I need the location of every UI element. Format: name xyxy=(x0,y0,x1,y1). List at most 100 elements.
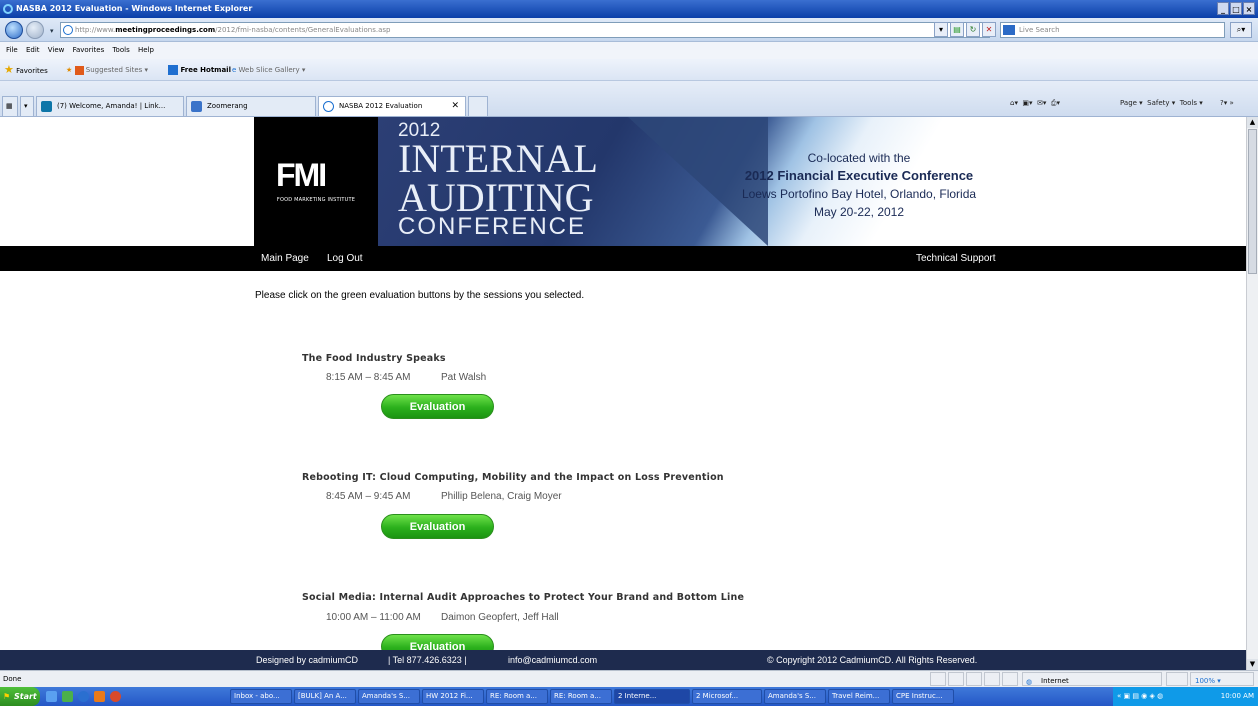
instructions-text: Please click on the green evaluation but… xyxy=(255,290,585,301)
scroll-down-icon[interactable]: ▼ xyxy=(1247,659,1258,670)
taskbar-item[interactable]: 2 Microsof... xyxy=(692,689,762,704)
taskbar-item[interactable]: Inbox - abo... xyxy=(230,689,292,704)
vertical-scrollbar[interactable]: ▲ ▼ xyxy=(1246,117,1258,670)
suggested-sites-link[interactable]: ★ Suggested Sites ▾ xyxy=(66,59,148,81)
quicklaunch-ie-icon[interactable] xyxy=(46,691,57,702)
help-icon[interactable]: ?▾ » xyxy=(1220,99,1234,107)
safety-menu[interactable]: Safety ▾ xyxy=(1147,99,1175,107)
url-path: /2012/fmi-nasba/contents/GeneralEvaluati… xyxy=(215,26,391,34)
zoom-control[interactable]: 100% ▾ xyxy=(1190,672,1254,686)
minimize-button[interactable]: _ xyxy=(1217,2,1229,15)
status-segment xyxy=(948,672,964,686)
technical-support-link[interactable]: Technical Support xyxy=(916,246,996,271)
quicklaunch-desktop-icon[interactable] xyxy=(62,691,73,702)
home-icon[interactable]: ⌂▾ xyxy=(1010,99,1018,107)
page-menu[interactable]: Page ▾ xyxy=(1120,99,1143,107)
clock: 10:00 AM xyxy=(1220,692,1254,700)
tools-menu[interactable]: Tools ▾ xyxy=(1180,99,1203,107)
footer-email-link[interactable]: info@cadmiumcd.com xyxy=(508,650,597,670)
taskbar-item-active[interactable]: 2 Interne... xyxy=(614,689,690,704)
scroll-up-icon[interactable]: ▲ xyxy=(1247,117,1258,128)
suggested-sites-icon xyxy=(74,65,84,75)
taskbar-item[interactable]: [BULK] An A... xyxy=(294,689,356,704)
log-out-link[interactable]: Log Out xyxy=(327,246,363,271)
taskbar-item[interactable]: CPE Instruc... xyxy=(892,689,954,704)
quicklaunch-browser-icon[interactable] xyxy=(78,691,89,702)
main-page-link[interactable]: Main Page xyxy=(261,246,309,271)
session-title: The Food Industry Speaks xyxy=(302,353,446,364)
taskbar-item[interactable]: Amanda's S... xyxy=(358,689,420,704)
protected-mode-icon[interactable] xyxy=(1166,672,1188,686)
window-controls: _ □ × xyxy=(1217,2,1255,15)
history-dropdown-icon[interactable]: ▾ xyxy=(50,27,54,35)
quicklaunch-chrome-icon[interactable] xyxy=(110,691,121,702)
print-icon[interactable]: ⎙▾ xyxy=(1051,99,1060,107)
search-input[interactable]: Live Search xyxy=(1000,22,1225,38)
window-title: NASBA 2012 Evaluation - Windows Internet… xyxy=(16,4,253,13)
close-button[interactable]: × xyxy=(1243,2,1255,15)
security-zone[interactable]: ◍ Internet xyxy=(1022,672,1162,686)
session-title: Social Media: Internal Audit Approaches … xyxy=(302,592,745,603)
favorites-bar: ★ Favorites ★ Suggested Sites ▾ Free Hot… xyxy=(0,59,1258,81)
tab-linkedin[interactable]: (7) Welcome, Amanda! | Link... xyxy=(36,96,184,116)
start-button[interactable]: ⚑ Start xyxy=(0,687,40,706)
fmi-org-name: FOOD MARKETING INSTITUTE xyxy=(276,197,356,203)
conference-title-line1: INTERNAL xyxy=(398,136,598,181)
session-time: 8:15 AM – 8:45 AM xyxy=(326,372,411,383)
refresh-icon[interactable]: ↻ xyxy=(966,22,980,37)
taskbar-item[interactable]: Travel Reim... xyxy=(828,689,890,704)
session-speaker: Daimon Geopfert, Jeff Hall xyxy=(441,612,559,623)
favorites-button[interactable]: ★ Favorites xyxy=(4,59,48,82)
taskbar-item[interactable]: Amanda's S... xyxy=(764,689,826,704)
command-icons: ⌂▾ ▣▾ ✉▾ ⎙▾ xyxy=(1010,99,1060,108)
evaluation-button[interactable]: Evaluation xyxy=(381,514,494,539)
url-input[interactable]: http://www.meetingproceedings.com/2012/f… xyxy=(60,22,990,38)
live-search-icon xyxy=(1003,25,1015,35)
quick-tabs-icon[interactable]: ▦ xyxy=(2,96,18,116)
menu-tools[interactable]: Tools xyxy=(112,42,129,59)
footer-copyright: © Copyright 2012 CadmiumCD. All Rights R… xyxy=(767,655,978,665)
status-segment xyxy=(966,672,982,686)
web-slice-gallery-link[interactable]: e Web Slice Gallery ▾ xyxy=(232,59,305,81)
menu-edit[interactable]: Edit xyxy=(26,42,40,59)
evaluation-button[interactable]: Evaluation xyxy=(381,394,494,419)
mail-icon[interactable]: ✉▾ xyxy=(1037,99,1046,107)
stop-icon[interactable]: ✕ xyxy=(982,22,996,37)
menu-help[interactable]: Help xyxy=(138,42,154,59)
tab-nasba[interactable]: NASBA 2012 Evaluation ✕ xyxy=(318,96,466,116)
compatibility-icon[interactable]: ▤ xyxy=(950,22,964,37)
tray-icons[interactable]: « ▣ ▤ ◉ ◈ ◍ xyxy=(1117,692,1163,700)
window-title-bar: NASBA 2012 Evaluation - Windows Internet… xyxy=(0,0,1258,18)
session-time: 10:00 AM – 11:00 AM xyxy=(326,612,421,623)
conference-title-line2: AUDITING xyxy=(398,175,594,220)
coloc-line1: Co-located with the xyxy=(807,151,911,165)
tab-list-icon[interactable]: ▾ xyxy=(20,96,34,116)
feeds-icon[interactable]: ▣▾ xyxy=(1022,99,1032,107)
menu-view[interactable]: View xyxy=(48,42,65,59)
tab-zoomerang[interactable]: Zoomerang xyxy=(186,96,316,116)
maximize-button[interactable]: □ xyxy=(1230,2,1242,15)
site-footer: Designed by cadmiumCD | Tel 877.426.6323… xyxy=(0,650,1246,670)
close-tab-icon[interactable]: ✕ xyxy=(451,97,459,116)
hotmail-icon xyxy=(168,65,178,75)
url-dropdown-icon[interactable]: ▾ xyxy=(934,22,948,37)
forward-button[interactable] xyxy=(26,21,44,39)
taskbar-item[interactable]: HW 2012 Fi... xyxy=(422,689,484,704)
taskbar-item[interactable]: RE: Room a... xyxy=(550,689,612,704)
session-time: 8:45 AM – 9:45 AM xyxy=(326,491,411,502)
coloc-line4: May 20-22, 2012 xyxy=(813,205,905,219)
menu-favorites[interactable]: Favorites xyxy=(73,42,105,59)
new-tab-button[interactable] xyxy=(468,96,488,116)
free-hotmail-link[interactable]: Free Hotmail xyxy=(168,59,231,81)
footer-designer: Designed by cadmiumCD xyxy=(256,655,359,665)
site-icon xyxy=(63,25,73,35)
taskbar-item[interactable]: RE: Room a... xyxy=(486,689,548,704)
add-favorite-icon: ★ xyxy=(66,66,73,74)
menu-file[interactable]: File xyxy=(6,42,18,59)
search-button[interactable]: ⌕▾ xyxy=(1230,22,1252,38)
back-button[interactable] xyxy=(5,21,23,39)
footer-phone: | Tel 877.426.6323 | xyxy=(388,655,467,665)
system-tray: « ▣ ▤ ◉ ◈ ◍ 10:00 AM xyxy=(1113,687,1258,706)
quicklaunch-outlook-icon[interactable] xyxy=(94,691,105,702)
scroll-thumb[interactable] xyxy=(1248,129,1257,274)
